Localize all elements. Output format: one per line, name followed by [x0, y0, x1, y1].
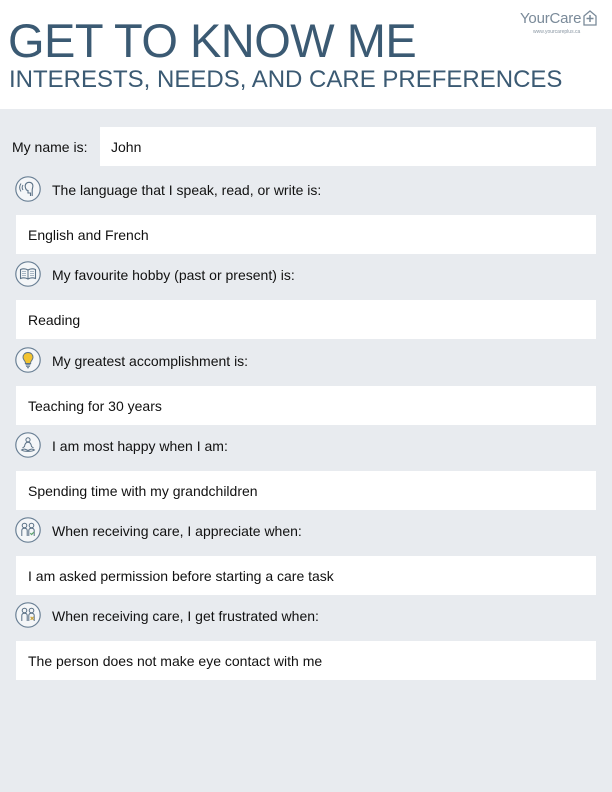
section-happy: I am most happy when I am: Spending time…: [0, 432, 612, 517]
answer-value: The person does not make eye contact wit…: [28, 653, 323, 669]
question-label: When receiving care, I appreciate when:: [52, 523, 302, 539]
answer-field[interactable]: Spending time with my grandchildren: [16, 471, 596, 510]
name-field[interactable]: John: [100, 127, 596, 166]
meditation-icon: [15, 432, 41, 458]
answer-value: Reading: [28, 312, 81, 328]
section-hobby: My favourite hobby (past or present) is:…: [0, 261, 612, 346]
answer-field[interactable]: The person does not make eye contact wit…: [16, 641, 596, 680]
section-frustrated: When receiving care, I get frustrated wh…: [0, 602, 612, 687]
section-appreciate: When receiving care, I appreciate when: …: [0, 517, 612, 602]
open-book-icon: [15, 261, 41, 287]
name-value: John: [111, 139, 142, 155]
question-label: My greatest accomplishment is:: [52, 353, 249, 369]
answer-value: I am asked permission before starting a …: [28, 568, 334, 584]
logo-url: www.yourcareplus.ca: [533, 29, 581, 35]
question-label: The language that I speak, read, or writ…: [52, 182, 322, 198]
plus-house-icon: [583, 10, 597, 26]
page-header: GET TO KNOW ME INTERESTS, NEEDS, AND CAR…: [0, 0, 612, 109]
question-label: My favourite hobby (past or present) is:: [52, 267, 295, 283]
people-check-icon: [15, 517, 41, 543]
answer-value: English and French: [28, 227, 149, 243]
head-speaking-icon: [15, 176, 41, 202]
question-label: I am most happy when I am:: [52, 438, 228, 454]
answer-value: Teaching for 30 years: [28, 398, 162, 414]
answer-value: Spending time with my grandchildren: [28, 483, 258, 499]
section-accomplishment: My greatest accomplishment is: Teaching …: [0, 347, 612, 432]
yourcare-logo: YourCare www.yourcareplus.ca: [520, 10, 600, 40]
people-cross-icon: [15, 602, 41, 628]
answer-field[interactable]: Teaching for 30 years: [16, 386, 596, 425]
name-label: My name is:: [12, 139, 88, 155]
logo-text: YourCare: [520, 10, 582, 27]
question-label: When receiving care, I get frustrated wh…: [52, 608, 319, 624]
lightbulb-icon: [15, 347, 41, 373]
page-subtitle: INTERESTS, NEEDS, AND CARE PREFERENCES: [9, 66, 563, 93]
answer-field[interactable]: Reading: [16, 300, 596, 339]
answer-field[interactable]: I am asked permission before starting a …: [16, 556, 596, 595]
answer-field[interactable]: English and French: [16, 215, 596, 254]
name-row: My name is: John: [0, 127, 612, 166]
page-title: GET TO KNOW ME: [8, 14, 417, 67]
section-language: The language that I speak, read, or writ…: [0, 176, 612, 261]
